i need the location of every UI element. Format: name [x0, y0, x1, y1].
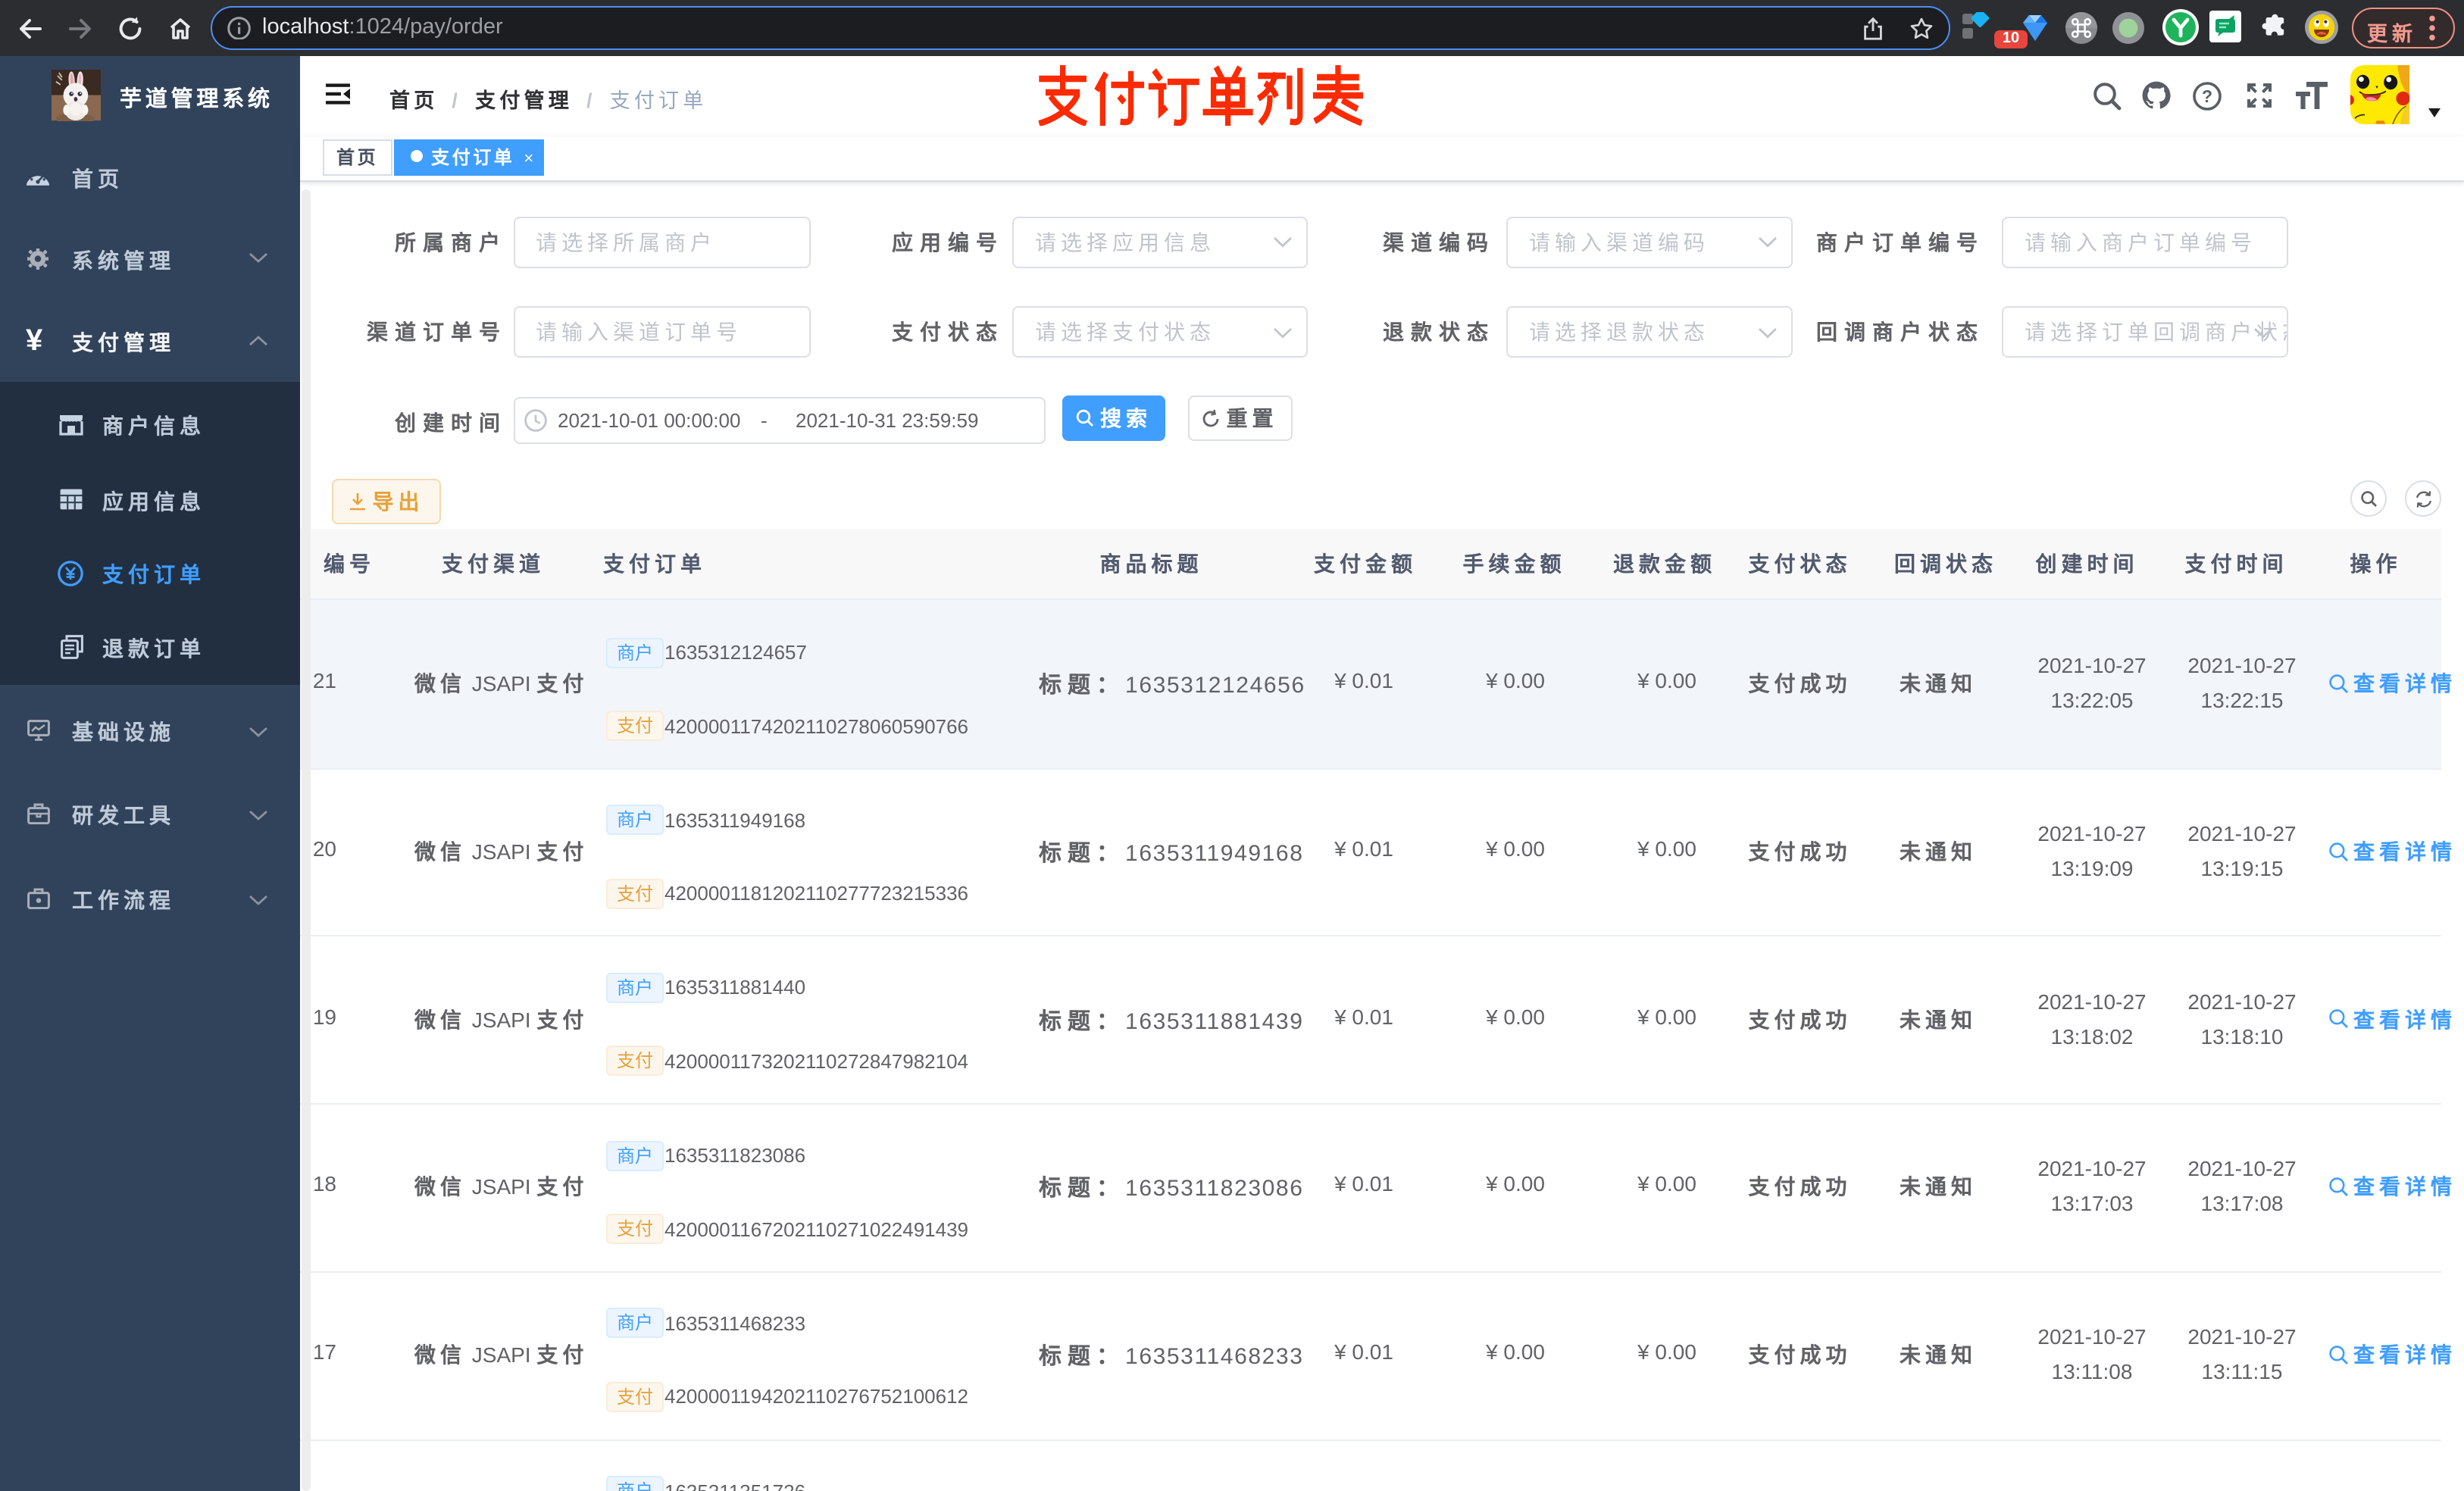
- svg-text:?: ?: [2202, 86, 2212, 105]
